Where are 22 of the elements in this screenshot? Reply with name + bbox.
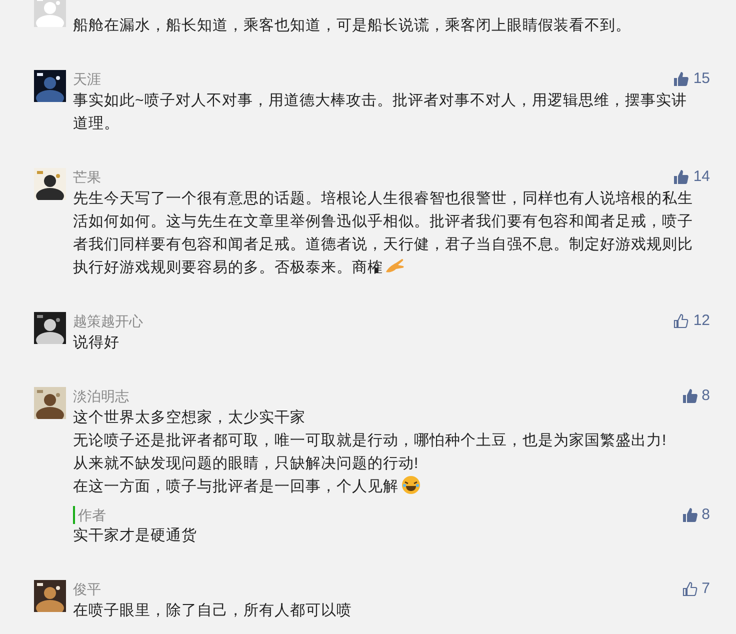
comment-text: 事实如此~喷子对人不对事，用道德大棒攻击。批评者对事不对人，用逻辑思维，摆事实讲道理。 bbox=[73, 91, 688, 134]
like-button[interactable]: 12 bbox=[673, 312, 710, 330]
comment-text: 先生今天写了一个很有意思的话题。培根论人生很睿智也很警世，同样也有人说培根的私生活如何如何。这与先生在文章里举例鲁迅似乎相似。批评者我们要有包容和闻者足戒，喷子者我们同样要有包容和闻者足戒。道德者说，天行健，君子当自强不息。制定好游戏规则比执行好游戏规则要容易的多。否极泰来。商榷 bbox=[73, 189, 694, 278]
like-button[interactable]: 15 bbox=[673, 70, 710, 88]
like-button[interactable]: 8 bbox=[682, 506, 710, 524]
user-name[interactable]: 越策越开心 bbox=[73, 311, 143, 331]
comment-text: 船舱在漏水，船长知道，乘客也知道，可是船长说谎，乘客闭上眼睛假装看不到。 bbox=[73, 16, 632, 36]
like-button[interactable]: 14 bbox=[673, 168, 710, 186]
comment-text: 在这一方面，喷子与批评者是一回事，个人见解 bbox=[73, 475, 699, 498]
user-name[interactable]: 芒果 bbox=[73, 167, 101, 187]
comment-text: 说得好 bbox=[73, 333, 120, 353]
user-name[interactable]: 天涯 bbox=[73, 69, 101, 89]
user-name[interactable]: 淡泊明志 bbox=[73, 386, 129, 406]
comment-text: 实干家才是硬通货 bbox=[73, 526, 198, 546]
comment-text: 这个世界太多空想家，太少实干家 bbox=[73, 408, 306, 428]
comment-text: 从来就不缺发现问题的眼睛，只缺解决问题的行动! bbox=[73, 454, 420, 474]
like-button[interactable]: 7 bbox=[682, 580, 710, 598]
comment-text: 在喷子眼里，除了自己，所有人都可以喷 bbox=[73, 601, 353, 621]
user-name[interactable]: 俊平 bbox=[73, 579, 101, 599]
author-label: 作者 bbox=[73, 506, 106, 524]
like-button[interactable]: 8 bbox=[682, 387, 710, 405]
comment-text: 无论喷子还是批评者都可取，唯一可取就是行动，哪怕种个土豆，也是为家国繁盛出力! bbox=[73, 431, 668, 451]
